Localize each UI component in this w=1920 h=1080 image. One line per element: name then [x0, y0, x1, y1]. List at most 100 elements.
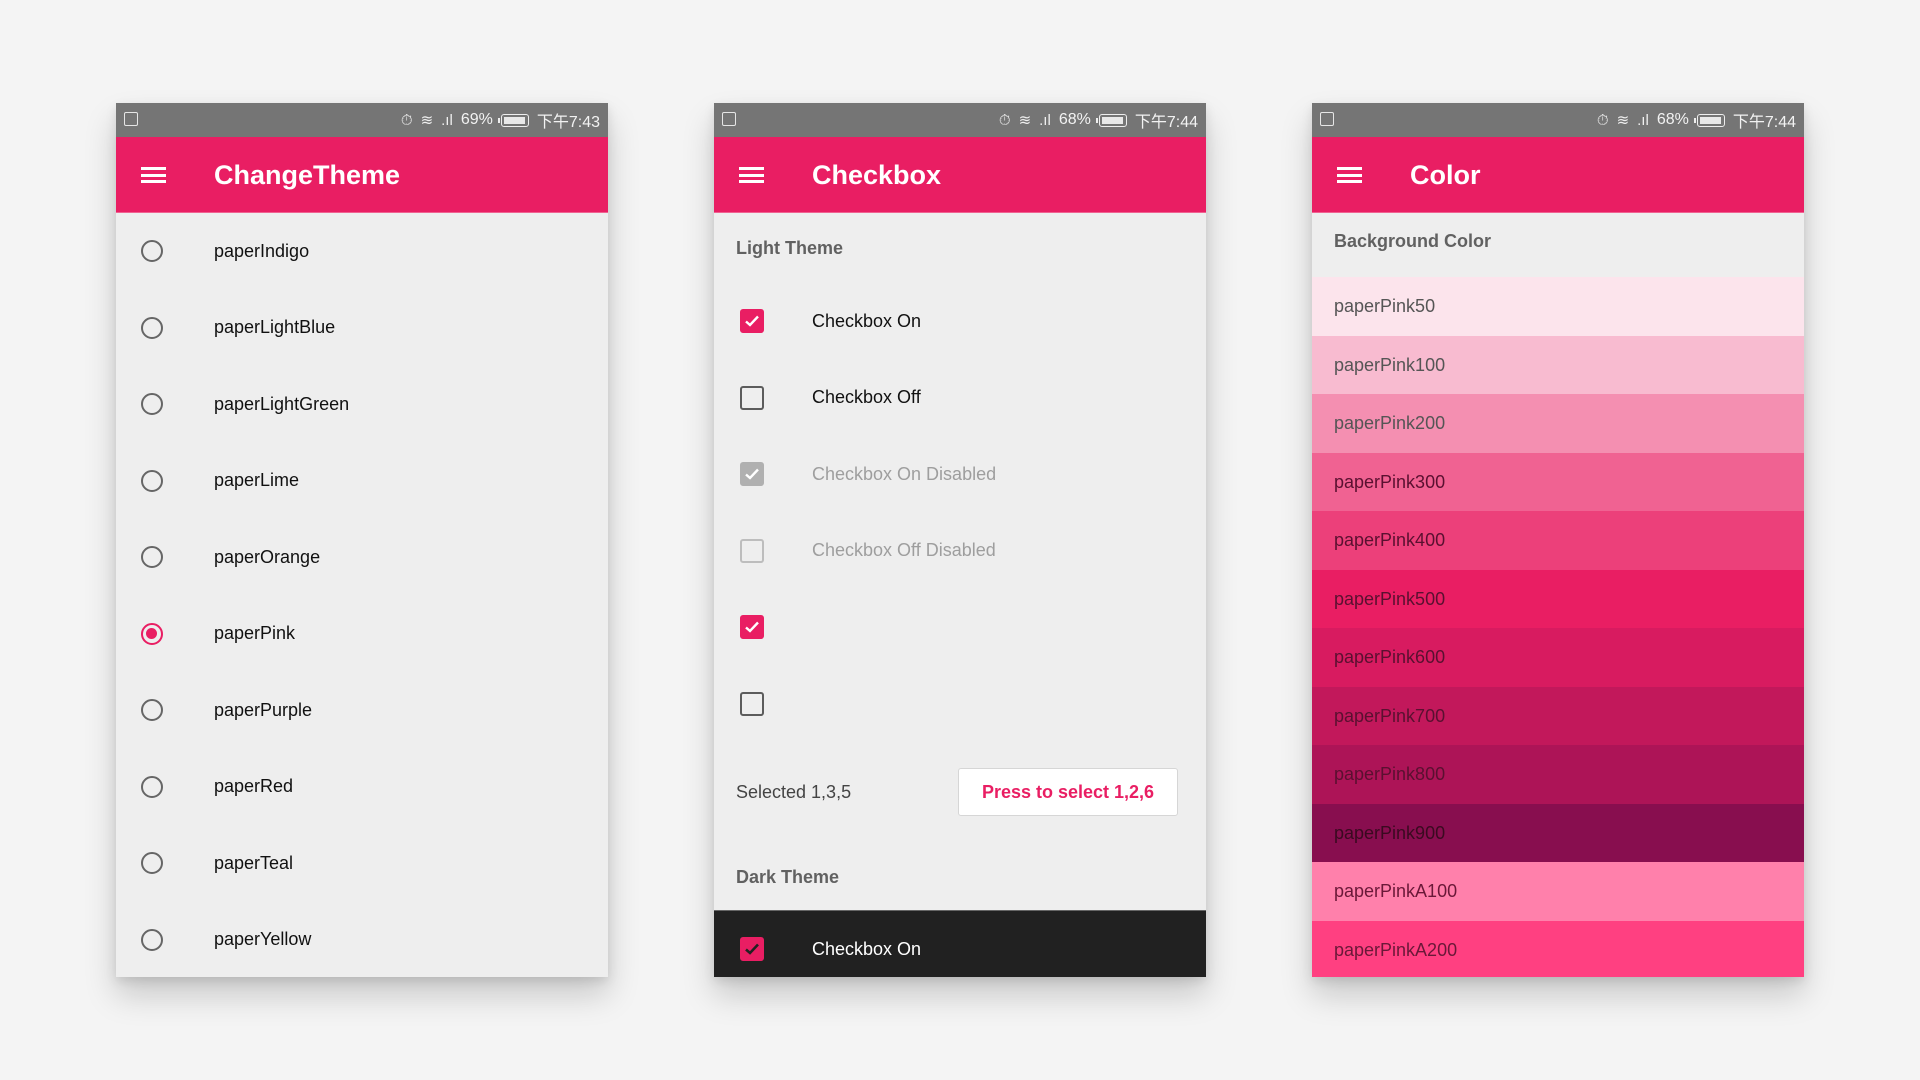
- checkbox-label: Checkbox On: [812, 310, 922, 331]
- radio-unselected[interactable]: [141, 928, 163, 951]
- radio-unselected[interactable]: [141, 240, 163, 263]
- theme-label: paperLightBlue: [214, 317, 336, 338]
- radio-unselected[interactable]: [141, 316, 163, 339]
- battery-icon: [1693, 113, 1725, 127]
- theme-label: paperOrange: [214, 546, 321, 567]
- checkmark-icon: [745, 315, 759, 327]
- color-swatch: paperPink700: [1312, 686, 1804, 745]
- signal-icon: .ıl: [1637, 111, 1649, 129]
- theme-option[interactable]: paperPurple: [116, 672, 608, 749]
- checkbox-checked[interactable]: [740, 615, 764, 640]
- theme-option[interactable]: paperOrange: [116, 519, 608, 596]
- dark-theme-header: Dark Theme: [736, 867, 840, 887]
- color-swatch: paperPinkA200: [1312, 920, 1804, 977]
- theme-option[interactable]: paperRed: [116, 749, 608, 826]
- wifi-icon: ≋: [1616, 112, 1630, 129]
- radio-unselected[interactable]: [141, 546, 163, 569]
- status-bar: ⏱ ≋ .ıl 68% 下午7:44: [1312, 103, 1804, 137]
- selection-row: Selected 1,3,5 Press to select 1,2,6: [714, 742, 1206, 842]
- checkbox-checked[interactable]: [740, 309, 764, 334]
- menu-icon[interactable]: [739, 167, 764, 183]
- checkbox-label: Checkbox On: [812, 938, 922, 959]
- alarm-icon: ⏱: [1596, 111, 1609, 129]
- menu-icon[interactable]: [141, 167, 166, 183]
- checkbox-unchecked[interactable]: [740, 691, 764, 716]
- color-swatch: paperPink800: [1312, 745, 1804, 804]
- theme-label: paperYellow: [214, 929, 312, 950]
- light-theme-header: Light Theme: [736, 238, 843, 258]
- color-swatch: paperPink500: [1312, 569, 1804, 628]
- phone-checkbox: ⏱ ≋ .ıl 68% 下午7:44 Checkbox Light Theme …: [714, 103, 1206, 977]
- press-to-select-button[interactable]: Press to select 1,2,6: [958, 768, 1178, 816]
- radio-selected[interactable]: [141, 622, 163, 645]
- page-title: Color: [1410, 160, 1481, 190]
- screenshot-icon: [722, 112, 736, 126]
- radio-unselected[interactable]: [141, 393, 163, 416]
- theme-label: paperPurple: [214, 699, 313, 720]
- checkbox-row[interactable]: Checkbox Off: [714, 360, 1206, 437]
- status-bar: ⏱ ≋ .ıl 68% 下午7:44: [714, 103, 1206, 137]
- app-toolbar: Checkbox: [714, 137, 1206, 213]
- theme-option[interactable]: paperLightBlue: [116, 290, 608, 367]
- checkbox-row[interactable]: [714, 589, 1206, 666]
- clock: 下午7:44: [1732, 114, 1796, 131]
- color-swatch-list: paperPink50 paperPink100 paperPink200 paper…: [1312, 277, 1804, 977]
- checkmark-icon: [745, 621, 759, 633]
- signal-icon: .ıl: [441, 111, 453, 129]
- battery-percent: 68%: [1058, 111, 1091, 128]
- clock: 下午7:44: [1134, 114, 1198, 131]
- radio-unselected[interactable]: [141, 852, 163, 875]
- menu-icon[interactable]: [1337, 167, 1362, 183]
- color-swatch: paperPink400: [1312, 511, 1804, 570]
- wifi-icon: ≋: [1018, 112, 1032, 129]
- app-toolbar: Color: [1312, 137, 1804, 213]
- radio-unselected[interactable]: [141, 699, 163, 722]
- radio-unselected[interactable]: [141, 469, 163, 492]
- theme-label: paperTeal: [214, 852, 294, 873]
- color-swatch: paperPink600: [1312, 628, 1804, 687]
- checkbox-unchecked: [740, 538, 764, 563]
- checkbox-row: Checkbox Off Disabled: [714, 513, 1206, 590]
- battery-percent: 68%: [1656, 111, 1689, 128]
- theme-label: paperLime: [214, 470, 300, 491]
- selected-status: Selected 1,3,5: [736, 782, 852, 802]
- color-swatch: paperPink300: [1312, 452, 1804, 511]
- checkmark-icon: [745, 943, 759, 956]
- screenshot-icon: [1320, 112, 1334, 126]
- radio-unselected[interactable]: [141, 775, 163, 798]
- background-color-header: Background Color: [1334, 231, 1492, 251]
- checkbox-checked[interactable]: [740, 937, 764, 962]
- app-toolbar: ChangeTheme: [116, 137, 608, 213]
- theme-label: paperRed: [214, 776, 294, 797]
- dark-checkbox-row[interactable]: Checkbox On: [714, 911, 1206, 977]
- checkbox-list: Checkbox On Checkbox Off Checkbox On Dis…: [714, 283, 1206, 742]
- theme-option[interactable]: paperYellow: [116, 902, 608, 978]
- wifi-icon: ≋: [420, 112, 434, 129]
- checkbox-checked: [740, 462, 764, 487]
- theme-radio-list: paperIndigo paperLightBlue paperLightGre…: [116, 213, 608, 977]
- theme-option[interactable]: paperIndigo: [116, 213, 608, 290]
- page-title: ChangeTheme: [214, 160, 401, 190]
- checkbox-label: Checkbox On Disabled: [812, 463, 997, 484]
- checkbox-row: Checkbox On Disabled: [714, 436, 1206, 513]
- checkbox-row[interactable]: [714, 666, 1206, 743]
- checkbox-row[interactable]: Checkbox On: [714, 283, 1206, 360]
- color-swatch: paperPink100: [1312, 335, 1804, 394]
- theme-option[interactable]: paperLime: [116, 443, 608, 520]
- battery-percent: 69%: [460, 111, 493, 128]
- phone-change-theme: ⏱ ≋ .ıl 69% 下午7:43 ChangeTheme paperIndi…: [116, 103, 608, 977]
- color-swatch: paperPink50: [1312, 277, 1804, 336]
- theme-option[interactable]: paperPink: [116, 596, 608, 673]
- dark-theme-area: Checkbox On: [714, 910, 1206, 977]
- checkbox-label: Checkbox Off: [812, 387, 921, 408]
- theme-option[interactable]: paperLightGreen: [116, 366, 608, 443]
- theme-option[interactable]: paperTeal: [116, 825, 608, 902]
- theme-label: paperIndigo: [214, 240, 310, 261]
- checkmark-icon: [745, 468, 759, 480]
- checkbox-unchecked[interactable]: [740, 385, 764, 410]
- alarm-icon: ⏱: [998, 111, 1011, 129]
- screenshot-icon: [124, 112, 138, 126]
- battery-icon: [497, 113, 529, 127]
- clock: 下午7:43: [536, 114, 600, 131]
- signal-icon: .ıl: [1039, 111, 1051, 129]
